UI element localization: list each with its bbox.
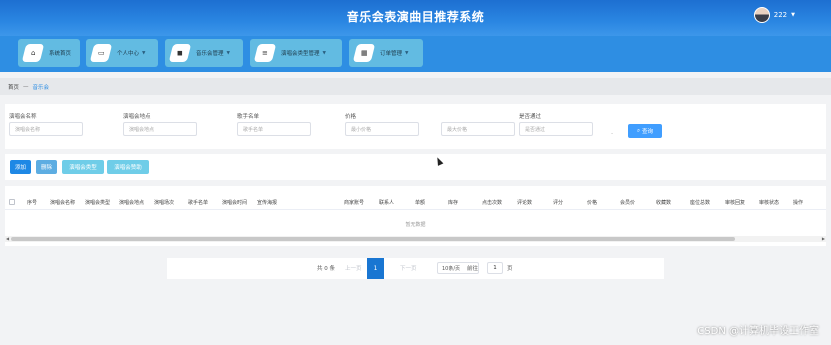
search-button[interactable]: ⌕ 查询 [628,124,662,138]
min-price-input[interactable]: 最小价格 [345,122,419,136]
field-concert-location: 演唱会地点 演唱会地点 [123,112,197,136]
field-min-price: 价格 最小价格 [345,112,419,136]
delete-button[interactable]: 删除 [36,160,57,174]
max-price-input[interactable]: 最大价格 [441,122,515,136]
concert-type-button[interactable]: 演唱会类型 [62,160,104,174]
table-column-header: 收藏数 [656,200,672,206]
nav-label: 演唱会类型管理 [281,51,320,57]
concert-location-input[interactable]: 演唱会地点 [123,122,197,136]
concert-name-input[interactable]: 演唱会名称 [9,122,83,136]
user-avatar[interactable] [753,7,770,23]
pagination: 共 0 条 上一页 1 下一页 10条/页 前往 1 页 [167,258,664,279]
grid-icon: ▦ [352,44,376,62]
table-column-header: 审核回复 [725,200,746,206]
empty-table-message: 暂无数据 [405,222,426,228]
table-column-header: 评论数 [517,200,533,206]
breadcrumb: 首页 — 音乐会 [0,78,831,95]
table-column-header: 演唱场次 [154,200,175,206]
nav-item-concert-type[interactable]: ≡ 演唱会类型管理 ▼ [250,39,342,67]
singers-input[interactable]: 歌手名单 [237,122,311,136]
bag-icon: ◼ [168,44,192,62]
table-column-header: 评分 [553,200,564,206]
table-column-header: 歌手名单 [188,200,209,206]
field-approved: 是否通过 是否通过 [519,112,593,136]
search-button-label: 查询 [642,129,654,135]
app-header: 音乐会表演曲目推荐系统 222 ▼ [0,0,831,36]
table-column-header: 会员价 [620,200,636,206]
menu-icon: ≡ [253,44,277,62]
breadcrumb-current: 音乐会 [32,84,50,91]
field-label: 演唱会名称 [9,114,37,120]
search-panel: 演唱会名称 演唱会名称 演唱会地点 演唱会地点 歌手名单 歌手名单 价格 最小价… [5,104,826,149]
table-column-header: 序号 [27,200,38,206]
user-menu[interactable]: 222 ▼ [753,7,795,23]
data-table: 序号 演唱会名称 演唱会类型 演唱会地点 演唱场次 歌手名单 演唱会时间 宣传海… [5,186,826,246]
table-column-header: 演唱会时间 [222,200,248,206]
app-title: 音乐会表演曲目推荐系统 [346,10,485,24]
field-label: 是否通过 [519,114,542,120]
window-icon: ▭ [89,44,113,62]
breadcrumb-home[interactable]: 首页 [8,83,19,91]
nav-label: 系统首页 [49,51,72,57]
prev-page-button[interactable]: 上一页 [345,264,362,272]
search-icon: ⌕ [636,127,641,134]
goto-label: 前往 [467,266,479,272]
home-icon: ⌂ [21,44,45,62]
table-column-header: 演唱会类型 [85,200,111,206]
horizontal-scrollbar[interactable]: ◀ ▶ [5,236,826,242]
nav-item-concert[interactable]: ◼ 音乐会管理 ▼ [165,39,243,67]
chevron-down-icon: ▼ [405,50,409,56]
add-button[interactable]: 添加 [10,160,31,174]
field-singers: 歌手名单 歌手名单 [237,112,311,136]
goto-page-input[interactable]: 1 [487,262,503,274]
table-column-header: 点击次数 [482,200,503,206]
concert-sponsor-button[interactable]: 演唱会赞助 [107,160,149,174]
nav-label: 订单管理 [380,51,403,57]
table-column-header: 演唱会地点 [119,200,145,206]
watermark: CSDN @计算机毕设工作室 [697,326,819,337]
nav-item-profile[interactable]: ▭ 个人中心 ▼ [86,39,158,67]
action-bar: 添加 删除 演唱会类型 演唱会赞助 [5,154,826,180]
select-all-checkbox[interactable] [9,199,15,205]
field-label: 歌手名单 [237,114,260,120]
field-concert-name: 演唱会名称 演唱会名称 [9,112,83,136]
field-max-price: 最大价格 [441,112,515,136]
field-label [441,112,515,122]
table-column-header: 操作 [793,200,804,206]
nav-item-home[interactable]: ⌂ 系统首页 [18,39,80,67]
approved-select[interactable]: 是否通过 [519,122,593,136]
table-column-header: 审核状态 [759,200,780,206]
scrollbar-thumb[interactable] [11,237,735,241]
page-1-button[interactable]: 1 [367,258,384,279]
chevron-down-icon[interactable]: ▼ [791,12,795,18]
page-suffix: 页 [507,266,513,272]
breadcrumb-separator: — [23,83,29,90]
user-name[interactable]: 222 [774,11,787,19]
table-column-header: 宣传海报 [257,200,278,206]
table-column-header: 单额 [415,200,426,206]
table-header: 序号 演唱会名称 演唱会类型 演唱会地点 演唱场次 歌手名单 演唱会时间 宣传海… [5,196,826,210]
total-count: 共 0 条 [317,266,335,272]
chevron-down-icon: ▼ [322,50,326,56]
table-column-header: 库存 [448,200,459,206]
next-page-button[interactable]: 下一页 [400,264,417,272]
range-separator: - [611,130,614,137]
chevron-down-icon: ▼ [142,50,146,56]
scroll-left-icon[interactable]: ◀ [6,236,9,241]
chevron-down-icon: ▼ [226,50,230,56]
table-column-header: 商家账号 [344,200,365,206]
field-label: 价格 [345,114,357,120]
scroll-right-icon[interactable]: ▶ [822,236,825,241]
top-nav: ⌂ 系统首页 ▭ 个人中心 ▼ ◼ 音乐会管理 ▼ ≡ 演唱会类型管理 ▼ ▦ … [0,36,831,72]
table-column-header: 演唱会名称 [50,200,76,206]
table-column-header: 联系人 [379,200,395,206]
nav-item-orders[interactable]: ▦ 订单管理 ▼ [349,39,423,67]
table-column-header: 座位总数 [690,200,711,206]
nav-label: 个人中心 [117,51,140,57]
table-column-header: 价格 [587,200,598,206]
nav-label: 音乐会管理 [196,51,224,57]
field-label: 演唱会地点 [123,114,151,120]
